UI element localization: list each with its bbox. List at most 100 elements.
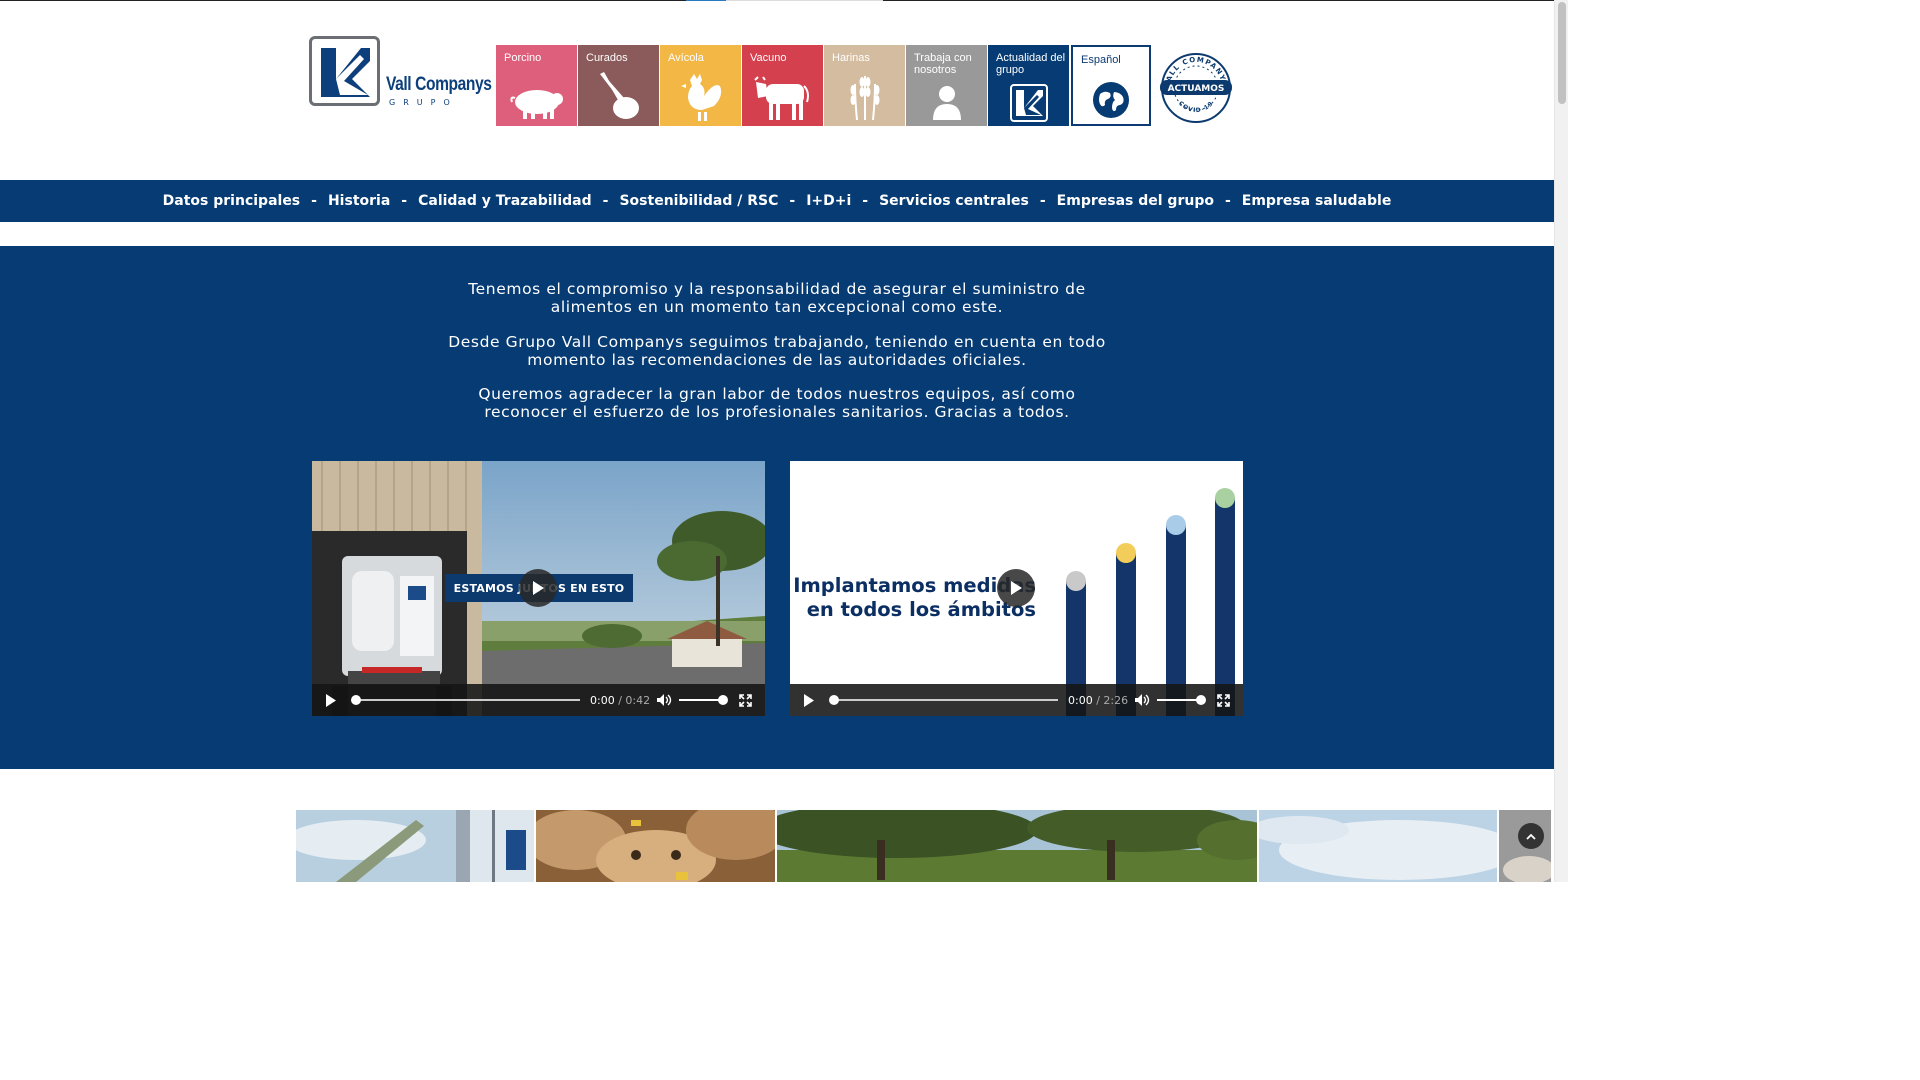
video-2-title-line: en todos los ámbitos xyxy=(806,598,1036,621)
video-1-seek-handle[interactable] xyxy=(351,695,361,705)
tile-label: Actualidad del grupo xyxy=(996,52,1066,76)
nav-separator: - xyxy=(311,193,317,209)
video-1-controls: 0:00 / 0:42 xyxy=(312,684,765,716)
tile-actualidad-del-grupo[interactable]: Actualidad del grupo xyxy=(988,45,1069,126)
video-2-controls: 0:00 / 2:26 xyxy=(790,684,1243,716)
main-navigation: Datos principales - Historia - Calidad y… xyxy=(0,180,1554,222)
vall-companys-logo[interactable]: Vall Companys GRUPO xyxy=(309,36,492,108)
calves-photo[interactable] xyxy=(536,810,775,882)
nav-separator: - xyxy=(789,193,796,209)
video-2-time-current: 0:00 xyxy=(1068,693,1093,707)
video-player-2[interactable]: Implantamos medidas en todos los ámbitos… xyxy=(790,461,1243,716)
nav-datos-principales[interactable]: Datos principales xyxy=(163,193,300,209)
video-1-time-current: 0:00 xyxy=(590,693,615,707)
hero-paragraph: Queremos agradecer la gran labor de todo… xyxy=(478,385,1076,421)
nav-separator: - xyxy=(602,193,609,209)
video-2-seek-bar[interactable] xyxy=(830,699,1058,701)
video-2-mute-button[interactable] xyxy=(1134,684,1150,716)
video-2-volume-handle[interactable] xyxy=(1196,695,1206,705)
person-icon xyxy=(906,82,987,122)
covid-badge-title: ACTUAMOS xyxy=(1168,84,1225,94)
play-icon xyxy=(804,693,814,707)
logo-subtitle: GRUPO xyxy=(389,98,458,107)
video-1-volume-slider[interactable] xyxy=(679,699,723,701)
tile-label: Trabaja con nosotros xyxy=(914,52,972,76)
nav-idi[interactable]: I+D+i xyxy=(806,193,851,209)
covid-badge[interactable]: VALL COMPANYS ACTUAMOS COVID-19 xyxy=(1158,50,1234,126)
hero-paragraph: Tenemos el compromiso y la responsabilid… xyxy=(468,280,1086,316)
video-1-time-total: 0:42 xyxy=(625,693,651,707)
video-2-big-play-button[interactable] xyxy=(997,569,1035,607)
scrollbar-thumb[interactable] xyxy=(1558,2,1566,104)
tile-label: Porcino xyxy=(504,52,542,64)
nav-servicios-centrales[interactable]: Servicios centrales xyxy=(879,193,1029,209)
nav-separator: - xyxy=(1224,193,1231,209)
logo-brand-text: Vall Companys xyxy=(386,74,492,95)
chevron-up-icon xyxy=(1526,833,1536,840)
nav-separator: - xyxy=(401,193,408,209)
time-separator: / xyxy=(1096,693,1100,707)
ham-icon xyxy=(578,70,659,122)
video-1-seek-bar[interactable] xyxy=(352,699,580,701)
nav-empresas-del-grupo[interactable]: Empresas del grupo xyxy=(1057,193,1214,209)
fullscreen-icon xyxy=(739,693,752,707)
video-1-big-play-button[interactable] xyxy=(519,569,557,607)
video-1-time: 0:00 / 0:42 xyxy=(590,684,650,716)
progress-segment xyxy=(686,0,726,1)
tile-curados[interactable]: Curados xyxy=(578,45,659,126)
nav-historia[interactable]: Historia xyxy=(328,193,390,209)
time-separator: / xyxy=(618,693,622,707)
svg-text:COVID-19: COVID-19 xyxy=(1177,100,1215,114)
fullscreen-icon xyxy=(1217,693,1230,707)
page-scrollbar[interactable] xyxy=(1554,0,1568,882)
hero-paragraph: Desde Grupo Vall Companys seguimos traba… xyxy=(448,332,1106,369)
tile-vacuno[interactable]: Vacuno xyxy=(742,45,823,126)
hero-message: Tenemos el compromiso y la responsabilid… xyxy=(440,280,1114,438)
tile-trabaja-con-nosotros[interactable]: Trabaja con nosotros xyxy=(906,45,987,126)
video-2-volume-slider[interactable] xyxy=(1157,699,1201,701)
language-selector[interactable]: Español xyxy=(1071,45,1151,126)
video-2-time-total: 2:26 xyxy=(1103,693,1129,707)
video-2-fullscreen-button[interactable] xyxy=(1217,684,1230,716)
silo-photo[interactable] xyxy=(296,810,534,882)
video-2-time: 0:00 / 2:26 xyxy=(1068,684,1128,716)
sky-photo[interactable] xyxy=(1259,810,1497,882)
pig-icon xyxy=(496,82,577,122)
nav-separator: - xyxy=(862,193,869,209)
sector-tiles: Porcino Curados Avícola Vacuno Harinas T… xyxy=(496,45,1151,126)
tile-label: Avícola xyxy=(668,52,704,64)
dehesa-photo[interactable] xyxy=(777,810,1257,882)
wheat-icon xyxy=(824,70,905,122)
video-2-seek-handle[interactable] xyxy=(829,695,839,705)
video-2-play-button[interactable] xyxy=(803,684,815,716)
volume-icon xyxy=(657,694,672,706)
covid-message-section: Tenemos el compromiso y la responsabilid… xyxy=(0,246,1554,769)
video-player-1[interactable]: ESTAMOS JUNTOS EN ESTO 0:00 / 0:42 xyxy=(312,461,765,716)
covid-badge-bottom-text: COVID-19 xyxy=(1177,100,1214,114)
back-to-top-button[interactable] xyxy=(1518,823,1544,849)
video-1-volume-handle[interactable] xyxy=(718,695,728,705)
tile-label: Curados xyxy=(586,52,628,64)
tile-label: Harinas xyxy=(832,52,870,64)
tile-porcino[interactable]: Porcino xyxy=(496,45,577,126)
vc-logo-icon xyxy=(988,84,1069,122)
tile-avicola[interactable]: Avícola xyxy=(660,45,741,126)
tile-label: Español xyxy=(1081,54,1121,66)
nav-calidad-y-trazabilidad[interactable]: Calidad y Trazabilidad xyxy=(418,193,592,209)
cow-icon xyxy=(742,76,823,122)
rooster-icon xyxy=(660,70,741,122)
nav-empresa-saludable[interactable]: Empresa saludable xyxy=(1242,193,1392,209)
nav-sostenibilidad-rsc[interactable]: Sostenibilidad / RSC xyxy=(619,193,778,209)
vc-logo-mark-icon xyxy=(309,36,380,106)
video-1-mute-button[interactable] xyxy=(656,684,672,716)
video-1-play-button[interactable] xyxy=(325,684,337,716)
volume-icon xyxy=(1135,694,1150,706)
page-load-progress xyxy=(0,0,1554,1)
nav-separator: - xyxy=(1039,193,1046,209)
tile-label: Vacuno xyxy=(750,52,787,64)
video-1-fullscreen-button[interactable] xyxy=(739,684,752,716)
progress-segment-light xyxy=(726,0,883,1)
photo-gallery xyxy=(296,810,1551,882)
play-icon xyxy=(326,693,336,707)
tile-harinas[interactable]: Harinas xyxy=(824,45,905,126)
